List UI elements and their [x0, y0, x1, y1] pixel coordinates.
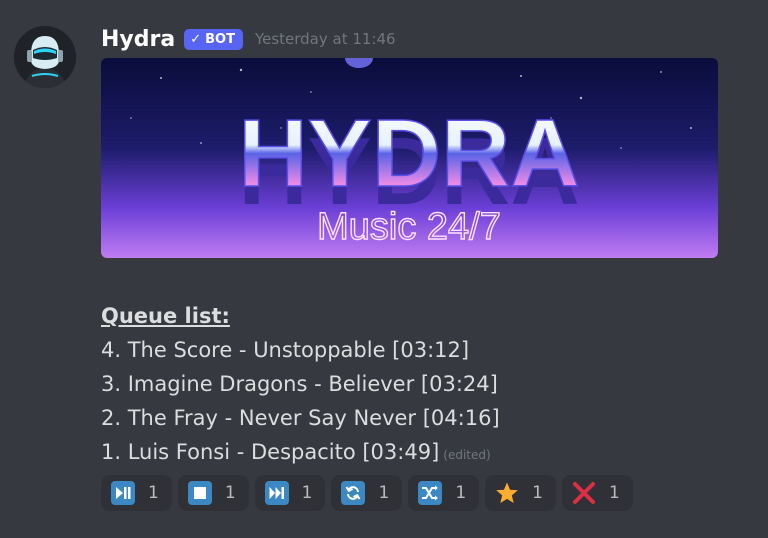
- reaction-repeat[interactable]: 1: [331, 475, 403, 511]
- bot-tag-label: BOT: [205, 31, 235, 47]
- star-icon: [495, 481, 519, 505]
- shuffle-icon: [418, 481, 443, 505]
- verified-check-icon: ✓: [190, 31, 202, 47]
- banner-subtitle: Music 24/7: [317, 206, 501, 248]
- message: Hydra ✓ BOT Yesterday at 11:46 HYDRA HYD…: [0, 0, 768, 538]
- queue-item: 3. Imagine Dragons - Believer [03:24]: [101, 372, 498, 396]
- queue-item-last: 1. Luis Fonsi - Despacito [03:49] (edited…: [101, 436, 500, 470]
- reaction-cross[interactable]: 1: [561, 475, 633, 511]
- banner-title: HYDRA: [238, 100, 579, 207]
- reaction-stop[interactable]: 1: [177, 475, 249, 511]
- message-header: Hydra ✓ BOT Yesterday at 11:46: [101, 22, 396, 56]
- reaction-next-track[interactable]: 1: [254, 475, 326, 511]
- reaction-play-pause[interactable]: 1: [101, 475, 172, 511]
- queue-item: 2. The Fray - Never Say Never [04:16]: [101, 406, 500, 430]
- reaction-count: 1: [532, 483, 543, 503]
- banner-image[interactable]: HYDRA HYDRA Music 24/7: [101, 58, 718, 258]
- reaction-count: 1: [301, 483, 313, 503]
- reaction-count: 1: [224, 483, 236, 503]
- queue-item: 1. Luis Fonsi - Despacito [03:49]: [101, 440, 440, 464]
- cross-icon: [572, 481, 596, 505]
- timestamp[interactable]: Yesterday at 11:46: [255, 30, 396, 48]
- reaction-count: 1: [378, 483, 390, 503]
- play-pause-icon: [111, 481, 135, 505]
- reaction-count: 1: [148, 483, 159, 503]
- reaction-count: 1: [455, 483, 467, 503]
- reactions-bar: 1 1 1 1 1 1 1: [101, 475, 633, 511]
- queue-title: Queue list:: [101, 304, 230, 328]
- username[interactable]: Hydra: [101, 27, 175, 52]
- repeat-icon: [341, 481, 366, 505]
- stop-icon: [187, 481, 212, 505]
- reaction-count: 1: [608, 483, 620, 503]
- bot-tag: ✓ BOT: [184, 28, 243, 50]
- edited-label: (edited): [443, 448, 491, 462]
- queue-item: 4. The Score - Unstoppable [03:12]: [101, 338, 470, 362]
- message-content: Queue list: 4. The Score - Unstoppable […: [101, 300, 500, 470]
- next-track-icon: [264, 481, 289, 505]
- reaction-star[interactable]: 1: [485, 475, 556, 511]
- avatar[interactable]: [14, 26, 76, 88]
- reaction-shuffle[interactable]: 1: [408, 475, 480, 511]
